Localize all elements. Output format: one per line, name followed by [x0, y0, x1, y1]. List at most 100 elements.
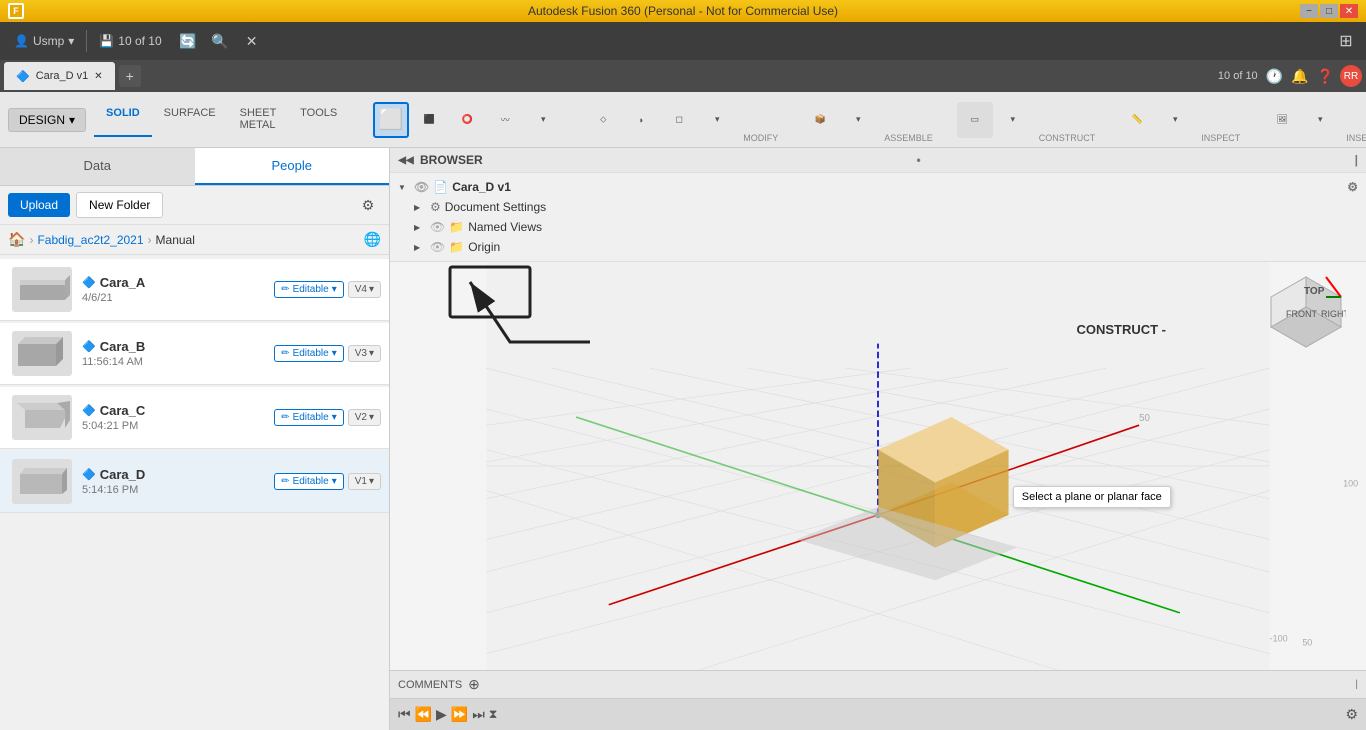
tree-doc-icon: 📄	[433, 180, 448, 194]
file-actions: ✏ Editable ▾ V4 ▾	[274, 281, 381, 298]
tab-sheet-metal[interactable]: SHEET METAL	[228, 103, 288, 137]
fillet-tool[interactable]: ◗	[623, 102, 659, 138]
skip-to-end-button[interactable]: ⏭	[472, 706, 485, 723]
insert-tool[interactable]: 🖼	[1264, 102, 1300, 138]
more-inspect-tool[interactable]: ▾	[1157, 102, 1193, 138]
browser-options-button[interactable]: •	[917, 153, 921, 167]
file-thumbnail	[12, 267, 72, 312]
sketch-tool[interactable]: ⬜	[373, 102, 409, 138]
search-button[interactable]: 🔍	[206, 27, 234, 55]
editable-badge[interactable]: ✏ Editable ▾	[274, 473, 344, 490]
new-component-tool[interactable]: 📦	[802, 102, 838, 138]
more-construct-tool[interactable]: ▾	[995, 102, 1031, 138]
assemble-tools: 📦 ▾	[802, 102, 876, 138]
list-item[interactable]: 🔷 Cara_B 11:56:14 AM ✏ Editable ▾ V3	[0, 323, 389, 385]
list-item[interactable]: 🔷 Cara_A 4/6/21 ✏ Editable ▾ V4	[0, 259, 389, 321]
file-date: 4/6/21	[82, 292, 264, 304]
more-create-tool[interactable]: ▾	[525, 102, 561, 138]
history-icon[interactable]: 🕐	[1264, 66, 1285, 87]
tree-item-doc-settings[interactable]: ▶ ⚙ Document Settings	[390, 197, 1366, 217]
tab-solid[interactable]: SOLID	[94, 103, 152, 137]
version-badge[interactable]: V1 ▾	[348, 473, 381, 490]
upload-button[interactable]: Upload	[8, 193, 70, 217]
svg-text:TOP: TOP	[1304, 286, 1325, 297]
version-badge[interactable]: V3 ▾	[348, 345, 381, 362]
tab-close-button[interactable]: ✕	[94, 71, 102, 82]
browser-resize-handle[interactable]: |	[1355, 153, 1358, 167]
user-avatar[interactable]: RR	[1340, 65, 1362, 87]
more-modify-tool[interactable]: ▾	[699, 102, 735, 138]
tree-item-named-views[interactable]: ▶ 👁 📁 Named Views	[390, 217, 1366, 237]
editable-badge[interactable]: ✏ Editable ▾	[274, 409, 344, 426]
design-menu-button[interactable]: DESIGN ▾	[8, 108, 86, 132]
new-folder-button[interactable]: New Folder	[76, 192, 163, 218]
canvas-area[interactable]: 50 100 150 200 50 -50 -100 150 100	[390, 262, 1366, 670]
next-button[interactable]: ⏩	[451, 706, 468, 723]
editable-badge[interactable]: ✏ Editable ▾	[274, 345, 344, 362]
tree-settings-icon: ⚙	[430, 200, 441, 214]
viewport-settings-button[interactable]: ⚙	[1345, 706, 1358, 723]
tab-tools[interactable]: TOOLS	[288, 103, 349, 137]
people-tab[interactable]: People	[195, 148, 390, 185]
browser-collapse-button[interactable]: ◀◀	[398, 152, 414, 168]
close-button[interactable]: ✕	[1340, 4, 1358, 18]
play-button[interactable]: ▶	[436, 706, 447, 723]
comments-collapse-button[interactable]: |	[1355, 679, 1358, 690]
breadcrumb-sep-1: ›	[29, 233, 33, 247]
breadcrumb-project[interactable]: Fabdig_ac2t2_2021	[37, 233, 143, 247]
panel-settings-button[interactable]: ⚙	[355, 192, 381, 218]
refresh-button[interactable]: 🔄	[174, 27, 202, 55]
sweep-tool[interactable]: 〰	[487, 102, 523, 138]
view-cube[interactable]: TOP FRONT RIGHT	[1266, 272, 1346, 352]
separator-1	[86, 30, 87, 52]
shell-tool[interactable]: ◻	[661, 102, 697, 138]
tree-settings-icon[interactable]: ⚙	[1347, 180, 1358, 194]
tree-item-root[interactable]: ▼ 👁 📄 Cara_D v1 ⚙	[390, 177, 1366, 197]
revolve-tool[interactable]: ⭕	[449, 102, 485, 138]
close-panel-button[interactable]: ✕	[238, 27, 266, 55]
design-dropdown-icon: ▾	[69, 113, 75, 127]
home-icon[interactable]: 🏠	[8, 231, 25, 248]
file-date: 5:04:21 PM	[82, 420, 264, 432]
offset-plane-tool[interactable]: ▭	[957, 102, 993, 138]
tab-surface[interactable]: SURFACE	[152, 103, 228, 137]
skip-to-start-button[interactable]: ⏮	[398, 706, 411, 723]
tree-visibility-icon[interactable]: 👁	[430, 220, 445, 234]
add-comment-button[interactable]: ⊕	[468, 676, 480, 693]
measure-icon: 📏	[1132, 114, 1143, 125]
user-menu[interactable]: 👤 Usmp ▾	[6, 30, 82, 52]
press-pull-tool[interactable]: ⬦	[585, 102, 621, 138]
construct-dropdown-icon: ▾	[1010, 114, 1015, 125]
assemble-dropdown-icon: ▾	[856, 114, 861, 125]
tree-visibility-icon[interactable]: 👁	[414, 180, 429, 194]
version-badge[interactable]: V4 ▾	[348, 281, 381, 298]
filter-button[interactable]: ⧗	[489, 707, 497, 722]
notification-icon[interactable]: 🔔	[1289, 66, 1310, 87]
more-insert-tool[interactable]: ▾	[1302, 102, 1338, 138]
data-tab[interactable]: Data	[0, 148, 195, 185]
app-icon: F	[8, 3, 24, 19]
minimize-button[interactable]: −	[1300, 4, 1318, 18]
extrude-icon: ⬛	[424, 114, 435, 125]
user-icon: 👤	[14, 34, 29, 48]
list-item[interactable]: 🔷 Cara_D 5:14:16 PM ✏ Editable ▾ V1	[0, 451, 389, 513]
tree-visibility-icon[interactable]: 👁	[430, 240, 445, 254]
world-icon[interactable]: 🌐	[364, 231, 381, 248]
tree-item-origin[interactable]: ▶ 👁 📁 Origin	[390, 237, 1366, 257]
help-icon[interactable]: ❓	[1315, 66, 1336, 87]
extrude-tool[interactable]: ⬛	[411, 102, 447, 138]
file-thumbnail	[12, 395, 72, 440]
grid-menu-button[interactable]: ⊞	[1332, 27, 1360, 55]
measure-tool[interactable]: 📏	[1119, 102, 1155, 138]
maximize-button[interactable]: □	[1320, 4, 1338, 18]
more-assemble-tool[interactable]: ▾	[840, 102, 876, 138]
editable-badge[interactable]: ✏ Editable ▾	[274, 281, 344, 298]
version-badge[interactable]: V2 ▾	[348, 409, 381, 426]
tree-origin-label: Origin	[468, 240, 1358, 254]
list-item[interactable]: 🔷 Cara_C 5:04:21 PM ✏ Editable ▾ V2	[0, 387, 389, 449]
new-tab-button[interactable]: +	[119, 65, 141, 87]
window-title: Autodesk Fusion 360 (Personal - Not for …	[528, 4, 838, 18]
file-type-icon: 🔷	[82, 468, 96, 481]
prev-button[interactable]: ⏪	[415, 706, 432, 723]
active-document-tab[interactable]: 🔷 Cara_D v1 ✕	[4, 62, 115, 90]
